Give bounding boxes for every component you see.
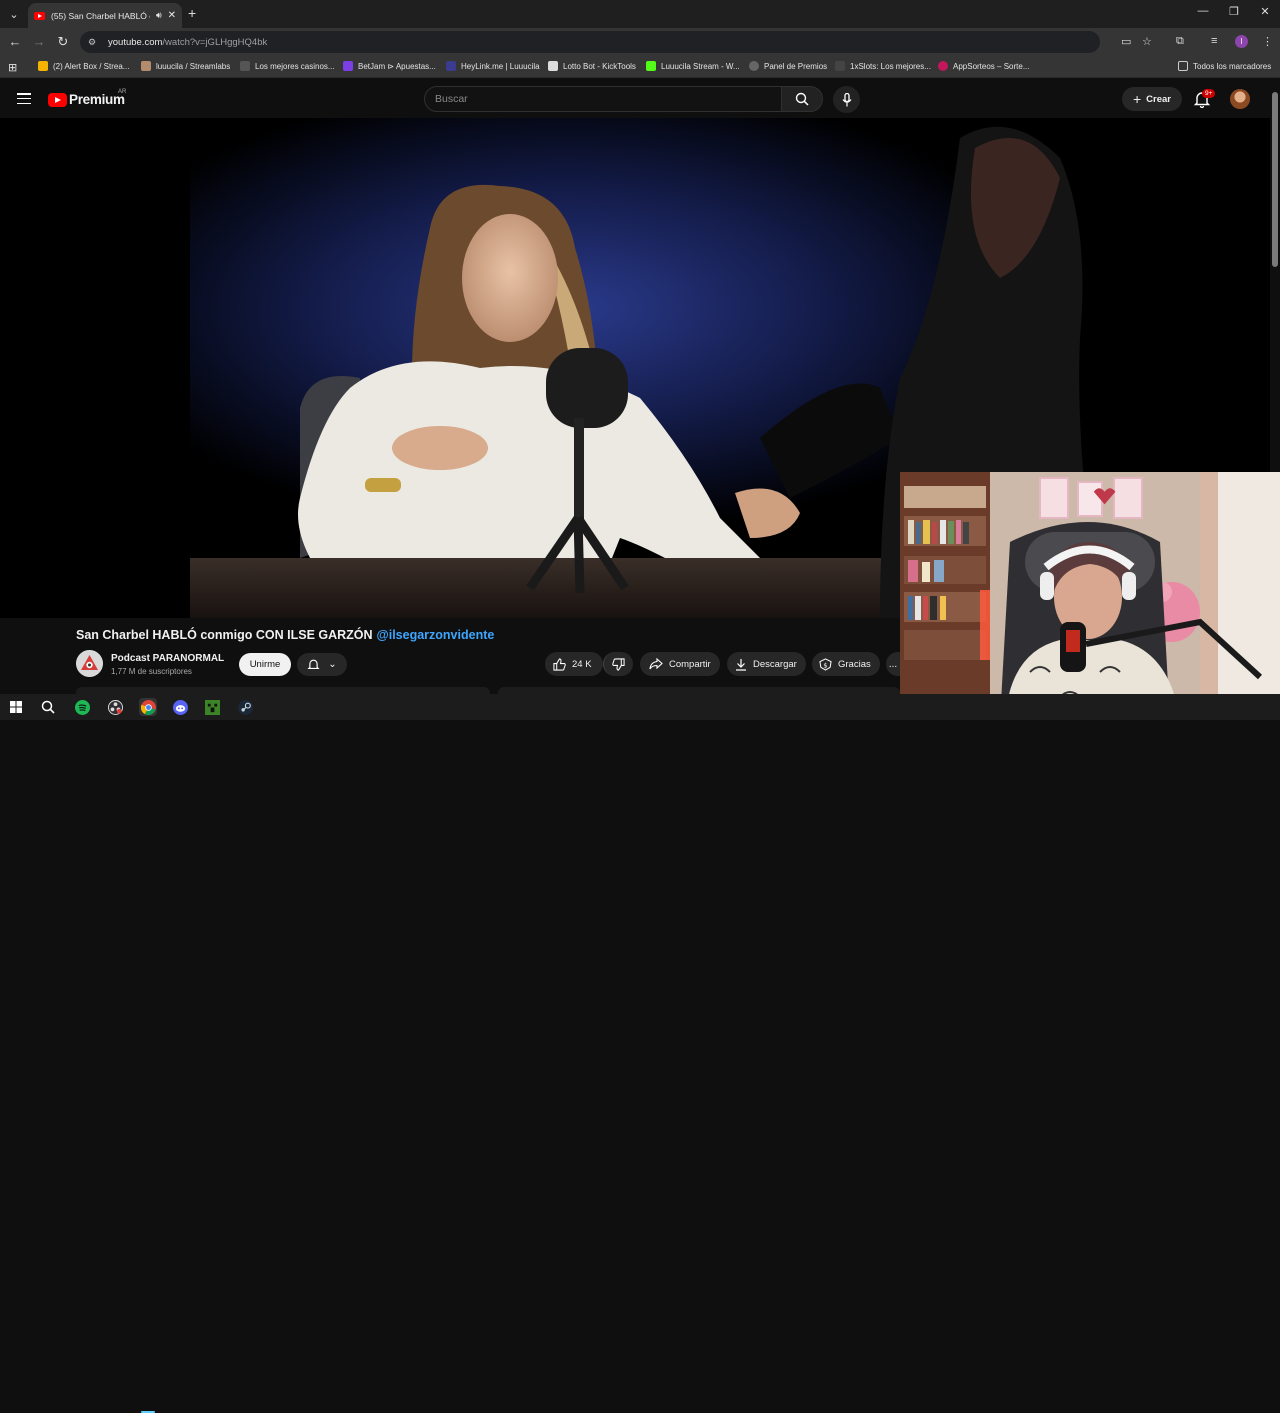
channel-logo-icon [76, 650, 103, 677]
browser-toolbar: ← → ↻ ⚙ youtube.com/watch?v=jGLHggHQ4bk … [0, 28, 1280, 56]
more-actions-button[interactable]: ... [886, 652, 900, 676]
thanks-button[interactable]: $ Gracias [812, 652, 880, 676]
globe-icon [749, 61, 759, 71]
heylink-icon [446, 61, 456, 71]
chevron-down-icon: ⌄ [328, 659, 337, 670]
chevron-down-icon: ⌄ [9, 8, 19, 21]
tab-title: (55) San Charbel HABLÓ co [51, 10, 150, 21]
minimize-button[interactable]: — [1188, 5, 1218, 17]
microphone-icon [842, 92, 851, 106]
bookmark-item[interactable]: AppSorteos – Sorte... [938, 61, 1030, 71]
new-tab-button[interactable]: + [188, 5, 196, 21]
download-icon [736, 658, 746, 671]
subscription-notify-button[interactable]: ⌄ [297, 653, 347, 676]
youtube-premium-logo[interactable]: Premium AR [48, 89, 127, 107]
share-icon [649, 658, 663, 670]
reload-button[interactable]: ↻ [55, 34, 71, 50]
casino-icon [240, 61, 250, 71]
back-button[interactable]: ← [7, 34, 23, 49]
streamlabs-icon [141, 61, 151, 71]
windows-start-icon[interactable] [7, 698, 25, 716]
bookmarks-bar: ⊞ (2) Alert Box / Strea... luuucila / St… [0, 56, 1280, 78]
channel-name[interactable]: Podcast PARANORMAL [111, 653, 224, 664]
all-bookmarks-folder[interactable]: Todos los marcadores [1178, 61, 1271, 71]
steam-icon[interactable] [236, 698, 254, 716]
discord-icon[interactable] [171, 698, 189, 716]
url-host: youtube.com [108, 36, 163, 48]
folder-icon [1178, 61, 1188, 71]
svg-text:$: $ [823, 661, 827, 669]
bookmark-item[interactable]: 1xSlots: Los mejores... [835, 61, 931, 71]
cast-icon[interactable]: ▭ [1121, 35, 1131, 48]
spotify-icon[interactable] [73, 698, 91, 716]
speaker-icon[interactable]: 🔊︎ [156, 10, 162, 21]
maximize-button[interactable]: ❐ [1219, 5, 1249, 18]
taskbar-search-icon[interactable] [39, 698, 57, 716]
bookmark-item[interactable]: Panel de Premios [749, 61, 827, 71]
super-thanks-icon: $ [819, 657, 832, 671]
tab-search-menu-button[interactable]: ⌄ [4, 4, 24, 24]
bookmark-item[interactable]: luuucila / Streamlabs [141, 61, 230, 71]
voice-search-button[interactable] [833, 86, 860, 113]
bell-icon [307, 659, 320, 670]
video-title: San Charbel HABLÓ conmigo CON ILSE GARZÓ… [76, 628, 495, 642]
betjam-icon [343, 61, 353, 71]
apps-grid-icon[interactable]: ⊞ [8, 61, 17, 74]
chrome-menu-icon[interactable]: ⋮ [1262, 35, 1273, 48]
url-path: /watch?v=jGLHggHQ4bk [162, 36, 268, 48]
media-control-icon[interactable]: ≡ [1211, 35, 1217, 47]
thumbs-down-icon [612, 657, 625, 671]
scrollbar-thumb[interactable] [1272, 92, 1278, 267]
search-input[interactable]: Buscar [424, 86, 782, 112]
thumbs-up-icon [553, 657, 566, 671]
region-code: AR [118, 89, 127, 95]
webcam-overlay [900, 472, 1280, 720]
kick-icon [646, 61, 656, 71]
creator-mention-link[interactable]: @ilsegarzonvidente [377, 628, 495, 642]
kicktools-icon [548, 61, 558, 71]
close-window-button[interactable]: ✕ [1250, 5, 1280, 18]
slots-icon [835, 61, 845, 71]
search-button[interactable] [781, 86, 823, 112]
channel-avatar[interactable] [76, 650, 103, 677]
close-tab-icon[interactable]: ✕ [168, 10, 176, 21]
bookmark-item[interactable]: (2) Alert Box / Strea... [38, 61, 129, 71]
youtube-header: Premium AR Buscar + Crear 9+ [0, 80, 1280, 118]
chrome-icon[interactable] [139, 698, 157, 716]
bookmark-item[interactable]: HeyLink.me | Luuucila [446, 61, 540, 71]
notification-count-badge: 9+ [1202, 89, 1216, 98]
dislike-button[interactable] [603, 652, 633, 676]
youtube-play-icon [48, 92, 67, 107]
menu-icon[interactable] [17, 93, 31, 104]
user-avatar[interactable] [1230, 89, 1250, 109]
webcam-feed [900, 472, 1280, 720]
alert-box-icon [38, 61, 48, 71]
profile-avatar[interactable]: l [1235, 35, 1248, 48]
minecraft-icon[interactable] [203, 698, 221, 716]
download-button[interactable]: Descargar [727, 652, 806, 676]
windows-taskbar [0, 694, 1280, 1413]
tab-youtube[interactable]: (55) San Charbel HABLÓ co 🔊︎ ✕ [28, 3, 182, 28]
address-bar[interactable]: ⚙ youtube.com/watch?v=jGLHggHQ4bk [80, 31, 1100, 53]
forward-button[interactable]: → [31, 34, 47, 49]
youtube-favicon-icon [34, 11, 45, 20]
plus-icon: + [1132, 91, 1142, 107]
bookmark-item[interactable]: Los mejores casinos... [240, 61, 335, 71]
like-button[interactable]: 24 K [545, 652, 603, 676]
logo-text: Premium [69, 92, 125, 107]
join-button[interactable]: Unirme [239, 653, 291, 676]
bookmark-star-icon[interactable]: ☆ [1142, 35, 1152, 48]
search-icon [795, 92, 809, 106]
bookmark-item[interactable]: BetJam ⊳ Apuestas... [343, 61, 436, 71]
obs-icon[interactable] [106, 698, 124, 716]
subscriber-count: 1,77 M de suscriptores [111, 667, 192, 676]
appsorteos-icon [938, 61, 948, 71]
site-info-icon[interactable]: ⚙ [88, 37, 100, 48]
bookmark-item[interactable]: Lotto Bot - KickTools [548, 61, 636, 71]
bookmark-item[interactable]: Luuucila Stream - W... [646, 61, 740, 71]
create-button[interactable]: + Crear [1122, 87, 1182, 111]
browser-tab-strip: ⌄ (55) San Charbel HABLÓ co 🔊︎ ✕ + — ❐ ✕ [0, 0, 1280, 28]
extensions-icon[interactable]: ⧉ [1176, 35, 1184, 48]
share-button[interactable]: Compartir [640, 652, 720, 676]
